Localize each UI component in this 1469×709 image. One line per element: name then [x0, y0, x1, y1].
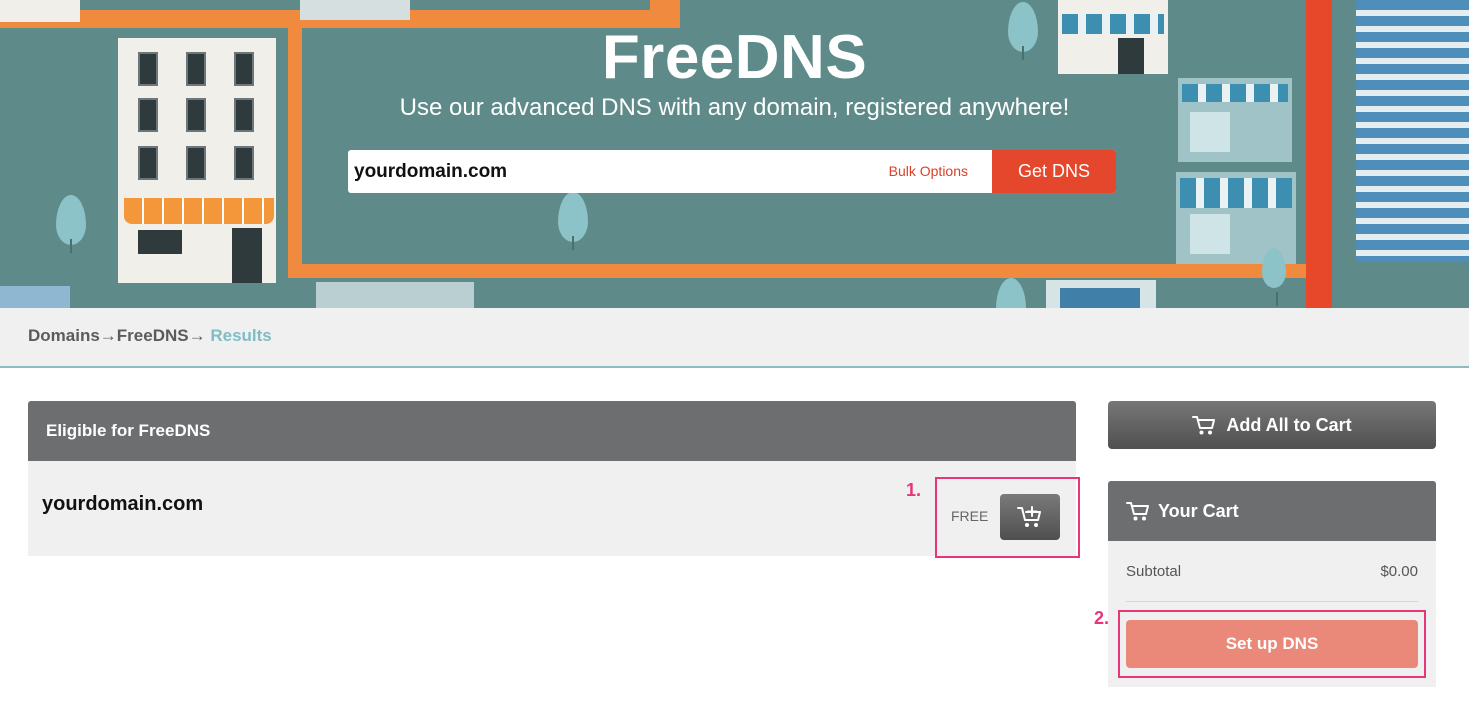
cart-divider — [1126, 601, 1418, 602]
domain-search-input[interactable] — [348, 150, 865, 193]
add-all-to-cart-button[interactable]: Add All to Cart — [1108, 401, 1436, 449]
annotation-box-1 — [935, 477, 1080, 558]
bulk-options-link[interactable]: Bulk Options — [865, 150, 992, 193]
breadcrumb-freedns[interactable]: FreeDNS→ — [117, 326, 206, 345]
get-dns-button[interactable]: Get DNS — [992, 150, 1116, 193]
building-illustration — [0, 286, 70, 308]
cart-header: Your Cart — [1108, 481, 1436, 541]
breadcrumb-bar: Domains→FreeDNS→ Results — [0, 308, 1469, 368]
tree-illustration — [996, 278, 1026, 308]
hero-banner: FreeDNS Use our advanced DNS with any do… — [0, 0, 1469, 308]
road-illustration — [288, 264, 1328, 278]
page-title: FreeDNS — [601, 23, 868, 92]
building-illustration — [0, 0, 80, 22]
annotation-number-1: 1. — [906, 480, 922, 500]
results-header: Eligible for FreeDNS — [28, 401, 1076, 461]
breadcrumb-results: Results — [210, 326, 272, 345]
subtotal-label: Subtotal — [1126, 563, 1182, 580]
hero-subtitle: Use our advanced DNS with any domain, re… — [399, 94, 1070, 121]
result-domain-name: yourdomain.com — [42, 493, 204, 515]
breadcrumb: Domains→FreeDNS→ Results — [28, 326, 272, 346]
add-all-label: Add All to Cart — [1226, 414, 1352, 435]
cart-title: Your Cart — [1158, 500, 1239, 521]
result-row: yourdomain.com FREE — [28, 461, 1076, 556]
cart-icon — [1192, 416, 1216, 435]
breadcrumb-domains[interactable]: Domains→ — [28, 326, 117, 345]
tree-illustration — [558, 192, 588, 250]
tree-illustration — [56, 195, 86, 253]
building-illustration — [300, 0, 410, 20]
annotation-number-2: 2. — [1094, 608, 1110, 628]
building-illustration — [316, 282, 474, 308]
domain-search-bar: Bulk Options Get DNS — [348, 150, 1116, 193]
cart-icon — [1126, 502, 1149, 521]
building-illustration — [1046, 280, 1156, 308]
tree-illustration — [1262, 248, 1286, 306]
subtotal-value: $0.00 — [1380, 563, 1418, 580]
annotation-box-2 — [1118, 610, 1426, 678]
